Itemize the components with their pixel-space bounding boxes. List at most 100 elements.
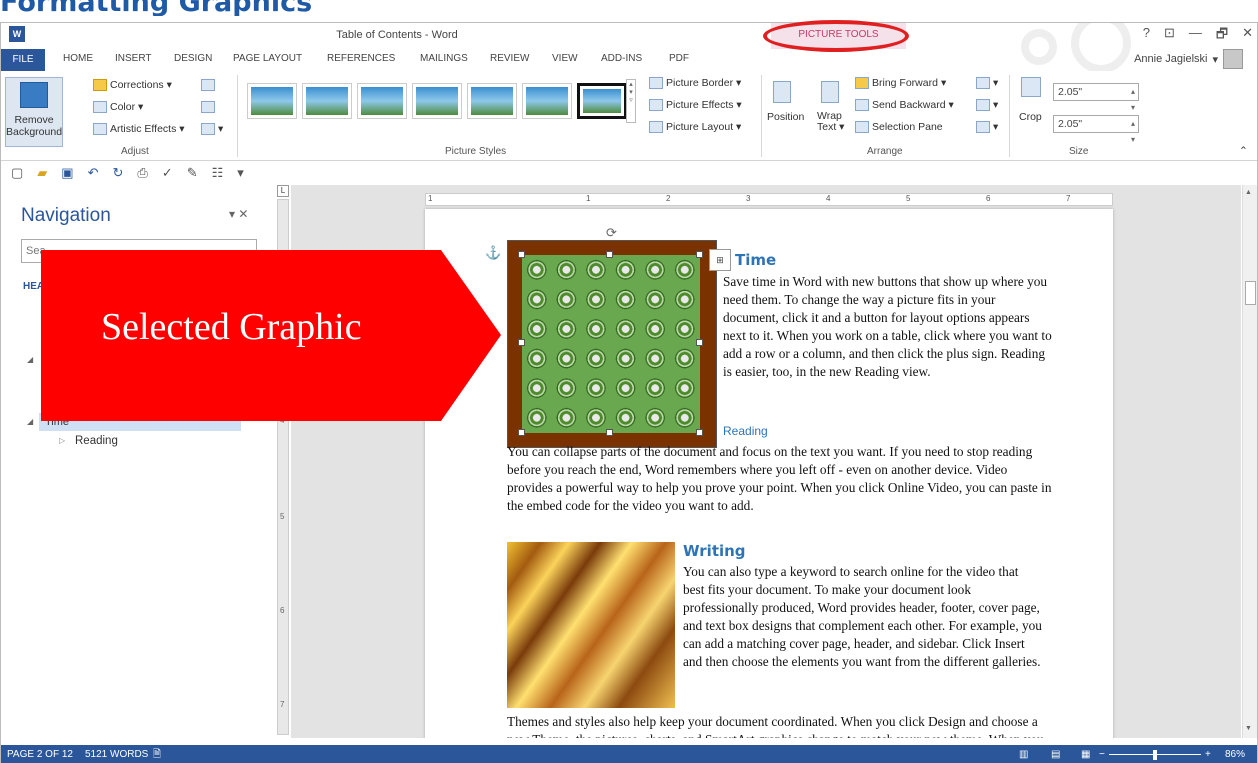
zoom-out-icon[interactable]: − — [1099, 745, 1105, 763]
nav-item-reading[interactable]: Reading — [75, 435, 118, 447]
zoom-in-icon[interactable]: + — [1205, 745, 1211, 763]
open-icon[interactable]: ▰ — [37, 165, 47, 181]
position-icon — [773, 81, 791, 103]
layout-options-icon[interactable]: ⊞ — [709, 249, 731, 271]
crop-button[interactable]: Crop — [1019, 77, 1042, 123]
abstract-picture[interactable] — [507, 542, 675, 708]
change-picture-icon — [201, 101, 215, 113]
scroll-thumb[interactable] — [1245, 281, 1256, 305]
rotate-handle-icon[interactable]: ⟳ — [606, 225, 617, 241]
position-button[interactable]: Position — [767, 81, 804, 123]
chevron-down-icon: ▾ — [1212, 53, 1218, 66]
tab-add-ins[interactable]: ADD-INS — [601, 53, 642, 64]
tab-references[interactable]: REFERENCES — [327, 53, 395, 64]
picture-style-6[interactable] — [522, 83, 572, 119]
resize-handle[interactable] — [696, 339, 703, 346]
picture-style-2[interactable] — [302, 83, 352, 119]
format-painter-icon[interactable]: ✎ — [187, 165, 198, 181]
proofing-icon[interactable]: 🗎 — [153, 745, 161, 763]
tab-file[interactable]: FILE — [1, 49, 45, 71]
resize-handle[interactable] — [606, 429, 613, 436]
compress-pictures-button[interactable] — [201, 79, 215, 91]
gallery-scroll[interactable]: ▴ ▾ ▿ — [626, 79, 636, 123]
group-button[interactable]: ▾ — [976, 99, 998, 111]
picture-style-3[interactable] — [357, 83, 407, 119]
ribbon-display-icon[interactable]: ⊡ — [1164, 25, 1175, 47]
print-layout-icon[interactable]: ▤ — [1051, 745, 1060, 763]
remove-background-label: Remove Background — [6, 114, 63, 138]
send-backward-button[interactable]: Send Backward ▾ — [855, 99, 954, 111]
bring-forward-label: Bring Forward — [872, 77, 938, 89]
help-icon[interactable]: ? — [1143, 25, 1150, 47]
zoom-level[interactable]: 86% — [1225, 745, 1245, 763]
height-field[interactable]: 2.05" ▴ ▾ — [1053, 83, 1139, 112]
user-account[interactable]: Annie Jagielski ▾ — [1134, 49, 1243, 69]
picture-layout-button[interactable]: Picture Layout ▾ — [649, 121, 741, 133]
picture-effects-button[interactable]: Picture Effects ▾ — [649, 99, 742, 111]
document-page[interactable]: ⚓ ⟳ ⊞ Time Save time in Word with new bu… — [425, 209, 1113, 738]
rotate-button[interactable]: ▾ — [976, 121, 998, 133]
page-count[interactable]: PAGE 2 OF 12 — [7, 745, 73, 763]
undo-icon[interactable]: ↶ — [88, 165, 99, 181]
corrections-button[interactable]: Corrections ▾ — [93, 79, 172, 91]
artistic-effects-button[interactable]: Artistic Effects ▾ — [93, 123, 185, 135]
selected-picture[interactable]: ⟳ — [507, 225, 717, 448]
tab-insert[interactable]: INSERT — [115, 53, 152, 64]
remove-background-button[interactable]: Remove Background — [5, 77, 63, 147]
width-field[interactable]: 2.05" ▴ ▾ — [1053, 115, 1139, 144]
nav-options-icon[interactable]: ▾ ✕ — [229, 207, 248, 221]
selection-pane-button[interactable]: Selection Pane — [855, 121, 943, 133]
tab-page-layout[interactable]: PAGE LAYOUT — [233, 53, 302, 64]
spelling-icon[interactable]: ✓ — [162, 165, 173, 181]
resize-handle[interactable] — [518, 251, 525, 258]
picture-style-7[interactable] — [577, 83, 627, 119]
navigation-title: Navigation — [21, 205, 111, 226]
zoom-slider-knob[interactable] — [1153, 750, 1157, 760]
collapse-icon[interactable]: ▷ — [59, 436, 65, 445]
restore-icon[interactable]: 🗗 — [1216, 25, 1228, 47]
resize-handle[interactable] — [518, 429, 525, 436]
reset-picture-button[interactable]: ▾ — [201, 123, 223, 135]
new-document-icon[interactable]: ▢ — [11, 165, 23, 181]
tab-design[interactable]: DESIGN — [174, 53, 212, 64]
customize-toolbar-icon[interactable]: ▾ — [237, 165, 244, 181]
resize-handle[interactable] — [518, 339, 525, 346]
scroll-down-icon[interactable]: ▼ — [1245, 725, 1252, 732]
tab-view[interactable]: VIEW — [552, 53, 578, 64]
picture-style-4[interactable] — [412, 83, 462, 119]
tab-mailings[interactable]: MAILINGS — [420, 53, 468, 64]
tab-selector[interactable]: L — [277, 185, 289, 197]
bring-forward-button[interactable]: Bring Forward ▾ — [855, 77, 946, 89]
spinner-icon[interactable]: ▴ ▾ — [1131, 116, 1135, 148]
resize-handle[interactable] — [696, 251, 703, 258]
web-layout-icon[interactable]: ▦ — [1081, 745, 1090, 763]
ruler-number: 4 — [826, 194, 831, 203]
read-mode-icon[interactable]: ▥ — [1019, 745, 1028, 763]
expand-icon[interactable]: ◢ — [27, 355, 33, 364]
align-button[interactable]: ▾ — [976, 77, 998, 89]
save-icon[interactable]: ▣ — [61, 165, 73, 181]
resize-handle[interactable] — [606, 251, 613, 258]
separator — [237, 75, 238, 157]
tab-review[interactable]: REVIEW — [490, 53, 529, 64]
wrap-text-button[interactable]: Wrap Text ▾ — [817, 81, 845, 133]
picture-style-5[interactable] — [467, 83, 517, 119]
redo-icon[interactable]: ↻ — [113, 165, 124, 181]
expand-icon[interactable]: ◢ — [27, 417, 33, 426]
minimize-icon[interactable]: — — [1189, 25, 1202, 47]
vertical-scrollbar[interactable]: ▲ ▼ — [1242, 185, 1257, 738]
scroll-up-icon[interactable]: ▲ — [1245, 189, 1252, 196]
word-count[interactable]: 5121 WORDS — [85, 745, 148, 763]
close-icon[interactable]: ✕ — [1242, 25, 1253, 47]
tab-home[interactable]: HOME — [63, 53, 93, 64]
tab-pdf[interactable]: PDF — [669, 53, 689, 64]
picture-border-button[interactable]: Picture Border ▾ — [649, 77, 741, 89]
resize-handle[interactable] — [696, 429, 703, 436]
print-preview-icon[interactable]: ⎙ — [137, 165, 147, 181]
collapse-ribbon-icon[interactable]: ⌃ — [1239, 145, 1248, 157]
change-picture-button[interactable] — [201, 101, 215, 113]
table-icon[interactable]: ☷ — [212, 165, 224, 181]
spinner-icon[interactable]: ▴ ▾ — [1131, 84, 1135, 116]
picture-style-1[interactable] — [247, 83, 297, 119]
color-button[interactable]: Color ▾ — [93, 101, 143, 113]
